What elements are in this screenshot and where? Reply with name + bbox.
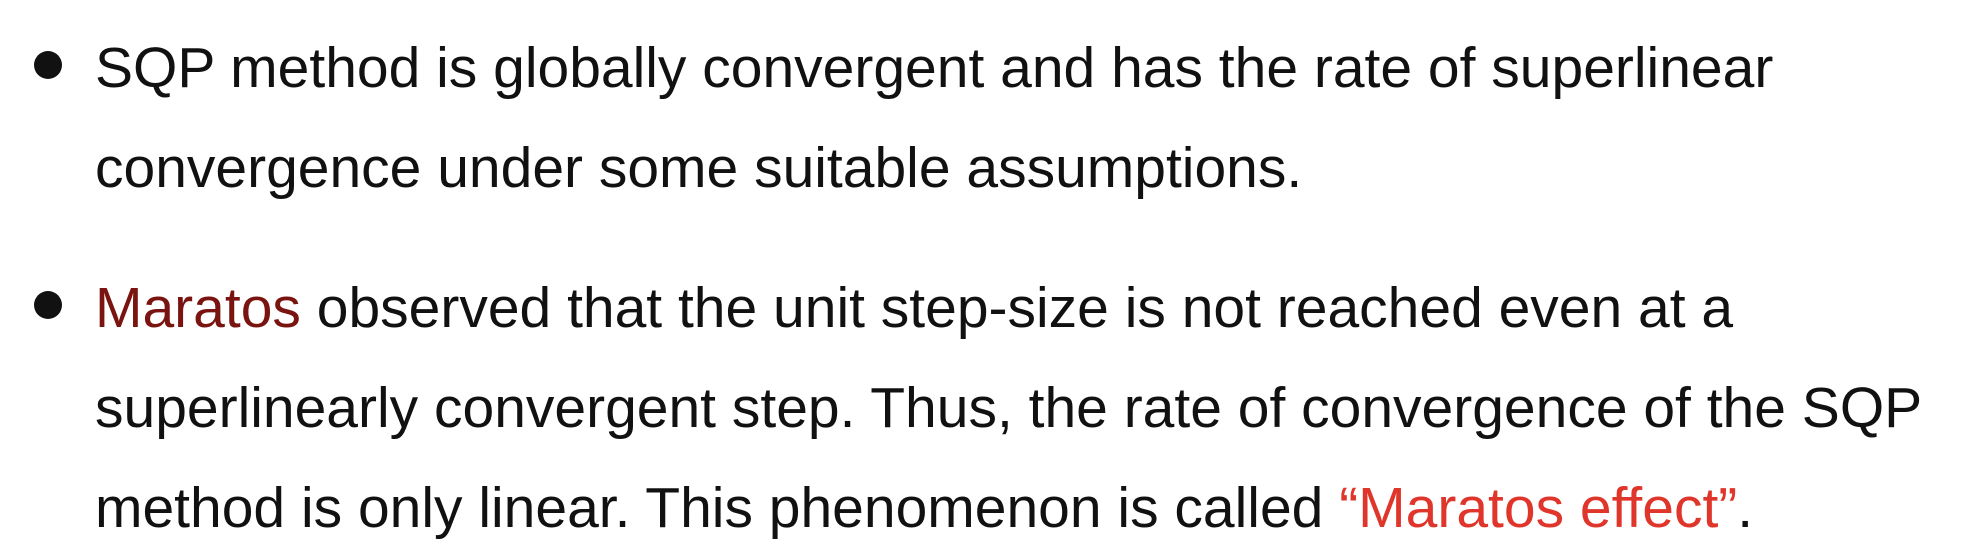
highlighted-term: “Maratos effect” [1339,476,1738,540]
bullet-text: Maratos observed that the unit step-size… [95,258,1975,558]
bullet-icon [34,51,62,79]
text-line: SQP method is globally convergent and ha… [95,36,1774,100]
text-segment: observed that the unit step-size is not … [300,276,1734,340]
text-segment: method is only linear. This phenomenon i… [95,476,1340,540]
text-segment: . [1737,476,1754,540]
text-line: superlinearly convergent step. Thus, the… [95,376,1923,440]
bullet-text: SQP method is globally convergent and ha… [95,18,1975,218]
highlighted-name: Maratos [95,276,301,340]
text-line: Maratos observed that the unit step-size… [95,258,1975,358]
bullet-icon [34,291,62,319]
text-line: convergence under some suitable assumpti… [95,136,1303,200]
text-line: method is only linear. This phenomenon i… [95,458,1975,558]
slide: SQP method is globally convergent and ha… [0,0,1986,552]
